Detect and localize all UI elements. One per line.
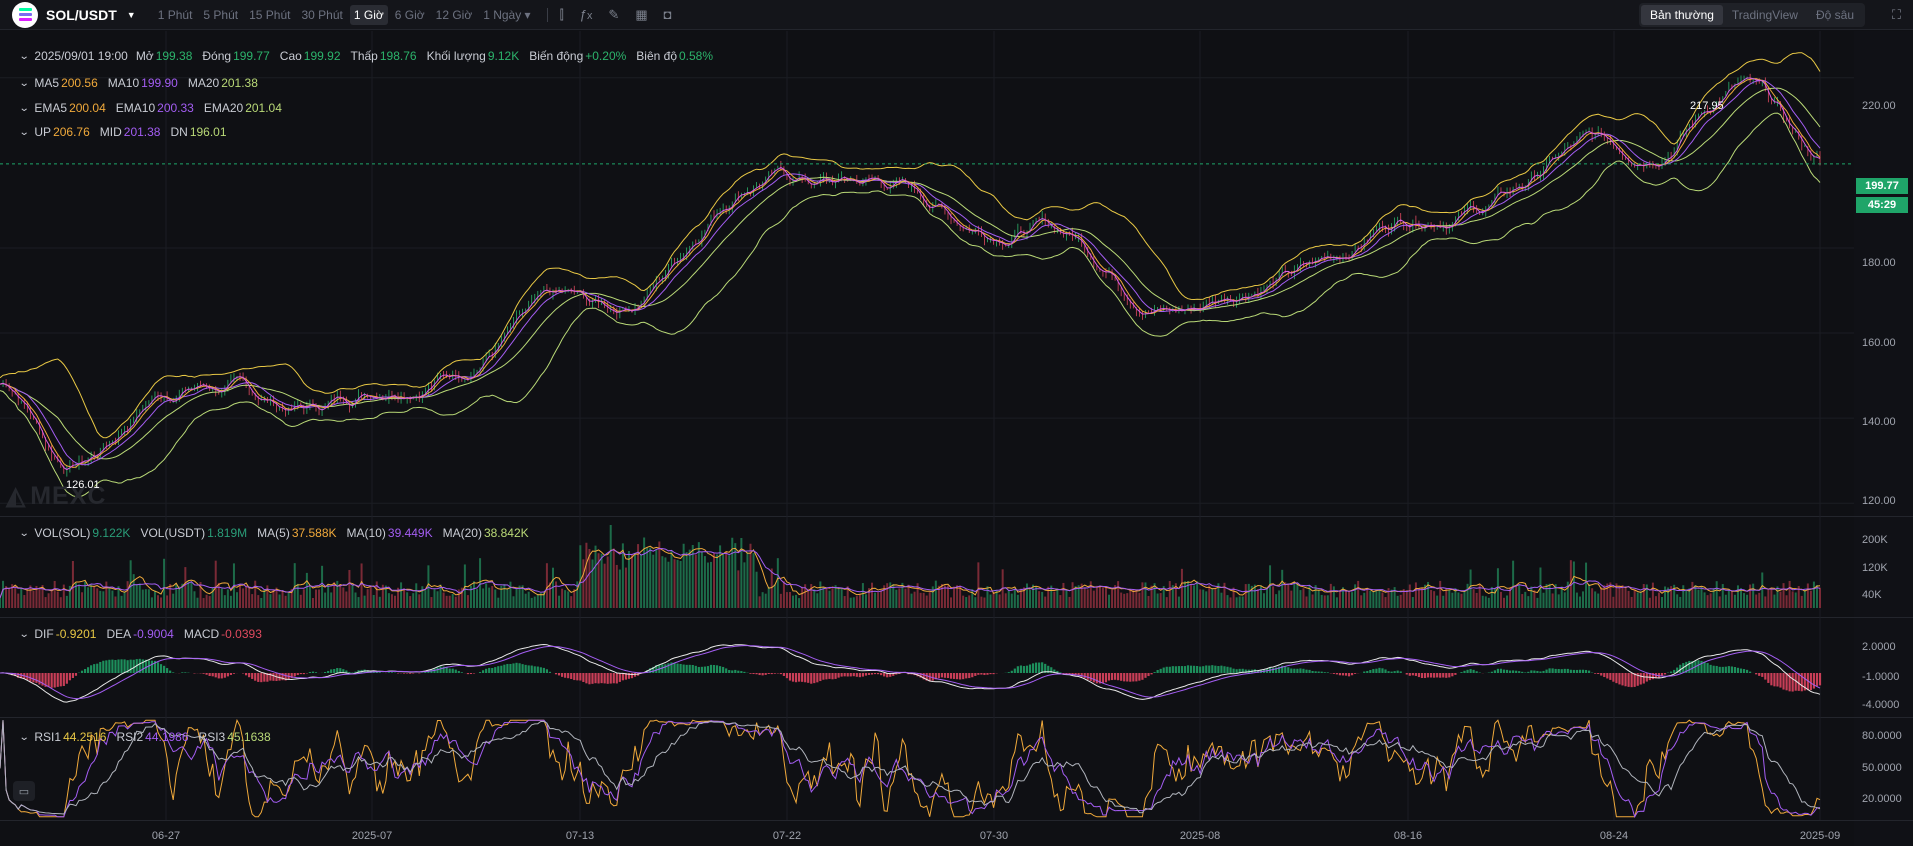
time-tick: 06-27 [151, 830, 181, 842]
collapse-macd-icon[interactable]: ⌄ [19, 629, 30, 640]
change-value: +0.20% [585, 49, 627, 63]
ma5-value: 200.56 [61, 76, 98, 90]
time-tick: 2025-07 [351, 830, 393, 842]
time-tick: 07-22 [772, 830, 802, 842]
open-value: 199.38 [155, 49, 193, 63]
low-marker: 126.01 [66, 479, 100, 491]
vol-ma10-value: 39.449K [387, 526, 433, 540]
vol-usdt-value: 1.819M [207, 526, 248, 540]
ohlc-legend: ⌄ 2025/09/01 19:00 Mở 199.38 Đóng 199.77 C… [18, 49, 714, 63]
time-tick: 2025-09 [1799, 830, 1841, 842]
macd-tick: 2.0000 [1862, 641, 1896, 653]
layout-toggle-icon[interactable]: ▭ [13, 781, 35, 801]
ma-legend: ⌄ MA5 200.56 MA10 199.90 MA20 201.38 [18, 76, 258, 90]
ema5-value: 200.04 [69, 101, 106, 115]
low-value: 198.76 [379, 49, 417, 63]
macd-legend: ⌄ DIF -0.9201 DEA -0.9004 MACD -0.0393 [18, 627, 262, 641]
ma20-value: 201.38 [221, 76, 258, 90]
ma10-line [0, 79, 1821, 466]
dea-value: -0.9004 [133, 627, 174, 641]
collapse-boll-icon[interactable]: ⌄ [19, 127, 30, 138]
collapse-volume-icon[interactable]: ⌄ [19, 528, 30, 539]
macd-tick: -4.0000 [1862, 699, 1900, 711]
macd-value: -0.0393 [221, 627, 262, 641]
rsi-tick: 20.0000 [1862, 793, 1902, 805]
price-tick: 220.00 [1862, 100, 1896, 112]
volume-legend: ⌄ VOL(SOL) 9.122K VOL(USDT) 1.819M MA(5) 37… [18, 526, 529, 540]
collapse-ema-icon[interactable]: ⌄ [19, 103, 30, 114]
rsi2-value: 44.1986 [145, 730, 189, 744]
chart-canvas[interactable] [0, 0, 1913, 846]
vol-ma5-value: 37.588K [291, 526, 337, 540]
rsi-tick: 50.0000 [1862, 762, 1902, 774]
macd-tick: -1.0000 [1862, 671, 1900, 683]
boll-mid-value: 201.38 [123, 125, 161, 139]
boll-legend: ⌄ UP 206.76 MID 201.38 DN 196.01 [18, 125, 227, 139]
ema10-value: 200.33 [157, 101, 194, 115]
time-tick: 08-16 [1393, 830, 1423, 842]
price-tick: 140.00 [1862, 416, 1896, 428]
volume-tick: 40K [1862, 589, 1882, 601]
time-tick: 07-13 [565, 830, 595, 842]
vol-ma20-value: 38.842K [483, 526, 529, 540]
collapse-rsi-icon[interactable]: ⌄ [19, 732, 30, 743]
collapse-ma-icon[interactable]: ⌄ [19, 78, 30, 89]
ema-legend: ⌄ EMA5 200.04 EMA10 200.33 EMA20 201.04 [18, 101, 282, 115]
candle-countdown: 45:29 [1856, 197, 1908, 213]
ma20-line [0, 87, 1821, 460]
volume-value: 9.12K [487, 49, 520, 63]
volume-tick: 120K [1862, 562, 1888, 574]
ma10-value: 199.90 [141, 76, 178, 90]
vol-sol-value: 9.122K [92, 526, 131, 540]
time-tick: 08-24 [1599, 830, 1629, 842]
dif-value: -0.9201 [55, 627, 97, 641]
price-tick: 180.00 [1862, 257, 1896, 269]
legend-time: 2025/09/01 19:00 [34, 49, 128, 63]
boll-up-value: 206.76 [53, 125, 90, 139]
ma5-line [0, 78, 1821, 468]
collapse-ohlc-icon[interactable]: ⌄ [19, 51, 30, 62]
rsi1-value: 44.2516 [63, 730, 107, 744]
boll-dn-value: 196.01 [189, 125, 227, 139]
amplitude-value: 0.58% [679, 49, 714, 63]
high-value: 199.92 [303, 49, 341, 63]
ema20-value: 201.04 [245, 101, 282, 115]
time-tick: 2025-08 [1179, 830, 1221, 842]
price-tick: 160.00 [1862, 337, 1896, 349]
rsi-tick: 80.0000 [1862, 730, 1902, 742]
ema-line [0, 77, 1821, 471]
close-value: 199.77 [233, 49, 270, 63]
volume-tick: 200K [1862, 534, 1888, 546]
high-marker: 217.95 [1690, 100, 1724, 112]
time-tick: 07-30 [979, 830, 1009, 842]
rsi3-value: 45.1638 [227, 730, 271, 744]
rsi-legend: ⌄ RSI1 44.2516 RSI2 44.1986 RSI3 45.1638 [18, 730, 271, 744]
last-price-tag: 199.77 [1856, 178, 1908, 194]
price-tick: 120.00 [1862, 495, 1896, 507]
